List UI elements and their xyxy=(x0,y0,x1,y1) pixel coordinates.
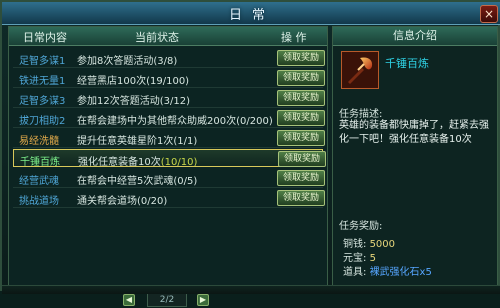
task-name: 经营武魂 xyxy=(19,176,59,187)
next-page-button[interactable]: ▶ xyxy=(197,294,209,306)
task-name: 挑战道场 xyxy=(19,196,59,207)
claim-reward-button[interactable]: 领取奖励 xyxy=(277,50,325,66)
claim-reward-button[interactable]: 领取奖励 xyxy=(278,151,326,167)
task-status: 参加8次答题活动(3/8) xyxy=(77,56,178,67)
tasks-header: 日常内容 当前状态 操 作 xyxy=(9,27,327,46)
claim-reward-button[interactable]: 领取奖励 xyxy=(277,170,325,186)
page-indicator: 2/2 xyxy=(147,293,187,307)
reward-row-yuanbao: 元宝: 5 xyxy=(343,249,376,264)
daily-tasks-panel: 日常内容 当前状态 操 作 足智多谋1 参加8次答题活动(3/8) 领取奖励 铁… xyxy=(8,26,328,307)
header-action: 操 作 xyxy=(281,31,307,44)
reward-row-coins: 铜钱: 5000 xyxy=(343,235,395,250)
reward-label: 任务奖励: xyxy=(339,221,383,232)
task-name: 足智多谋3 xyxy=(19,96,66,107)
prev-page-button[interactable]: ◀ xyxy=(123,294,135,306)
claim-reward-button[interactable]: 领取奖励 xyxy=(277,110,325,126)
task-row[interactable]: 足智多谋1 参加8次答题活动(3/8) 领取奖励 xyxy=(13,49,325,68)
task-row[interactable]: 经营武魂 在帮会中经营5次武魂(0/5) 领取奖励 xyxy=(13,169,325,188)
header-status: 当前状态 xyxy=(135,31,179,44)
claim-reward-button[interactable]: 领取奖励 xyxy=(277,190,325,206)
task-name: 易经洗髓 xyxy=(19,136,59,147)
task-row[interactable]: 足智多谋3 参加12次答题活动(3/12) 领取奖励 xyxy=(13,89,325,108)
reward-value[interactable]: 裸武强化石x5 xyxy=(370,267,432,278)
item-icon xyxy=(341,51,379,89)
task-row[interactable]: 挑战道场 通关帮会道场(0/20) 领取奖励 xyxy=(13,189,325,208)
claim-reward-button[interactable]: 领取奖励 xyxy=(277,130,325,146)
info-header: 信息介绍 xyxy=(333,27,497,46)
task-row[interactable]: 拔刀相助2 在帮会建场中为其他帮众助威200次(0/200) 领取奖励 xyxy=(13,109,325,128)
task-status: 参加12次答题活动(3/12) xyxy=(77,96,190,107)
claim-reward-button[interactable]: 领取奖励 xyxy=(277,70,325,86)
task-status: 经营黑店100次(19/100) xyxy=(77,76,190,87)
claim-reward-button[interactable]: 领取奖励 xyxy=(277,90,325,106)
task-status: 在帮会建场中为其他帮众助威200次(0/200) xyxy=(77,116,273,127)
reward-key: 道具: xyxy=(343,267,367,278)
close-button[interactable]: × xyxy=(480,5,498,23)
reward-row-item: 道具: 裸武强化石x5 xyxy=(343,263,432,278)
task-name: 拔刀相助2 xyxy=(19,116,66,127)
window-title-bar: 日常 × xyxy=(2,2,500,25)
description-text: 英雄的装备都快庸掉了，赶紧去强化一下吧！强化任意装备10次 xyxy=(339,120,489,145)
hammer-icon xyxy=(348,57,373,84)
task-status: 通关帮会道场(0/20) xyxy=(77,196,168,207)
task-name: 足智多谋1 xyxy=(19,56,66,67)
task-status: 强化任意装备10次(10/10) xyxy=(78,157,198,168)
window-title: 日常 xyxy=(228,8,275,23)
info-panel: 信息介绍 千锤百炼 任务描述: 英雄的装备都快庸掉了，赶紧去强化一下吧！强化任意… xyxy=(332,26,498,288)
item-name: 千锤百炼 xyxy=(385,57,429,70)
description-label: 任务描述: xyxy=(339,109,383,120)
task-row[interactable]: 铁进无量1 经营黑店100次(19/100) 领取奖励 xyxy=(13,69,325,88)
task-status: 在帮会中经营5次武魂(0/5) xyxy=(77,176,198,187)
task-name: 铁进无量1 xyxy=(19,76,66,87)
bottom-border xyxy=(2,285,500,294)
pager: ◀ 2/2 ▶ xyxy=(105,292,225,308)
daily-window: 日常 × 日常内容 当前状态 操 作 足智多谋1 参加8次答题活动(3/8) 领… xyxy=(0,0,500,307)
task-status: 提升任意英雄星阶1次(1/1) xyxy=(77,136,198,147)
task-row[interactable]: 易经洗髓 提升任意英雄星阶1次(1/1) 领取奖励 xyxy=(13,129,325,148)
header-content: 日常内容 xyxy=(23,31,67,44)
task-name: 千锤百炼 xyxy=(20,157,60,168)
task-row-selected[interactable]: 千锤百炼 强化任意装备10次(10/10) 领取奖励 xyxy=(13,149,326,168)
